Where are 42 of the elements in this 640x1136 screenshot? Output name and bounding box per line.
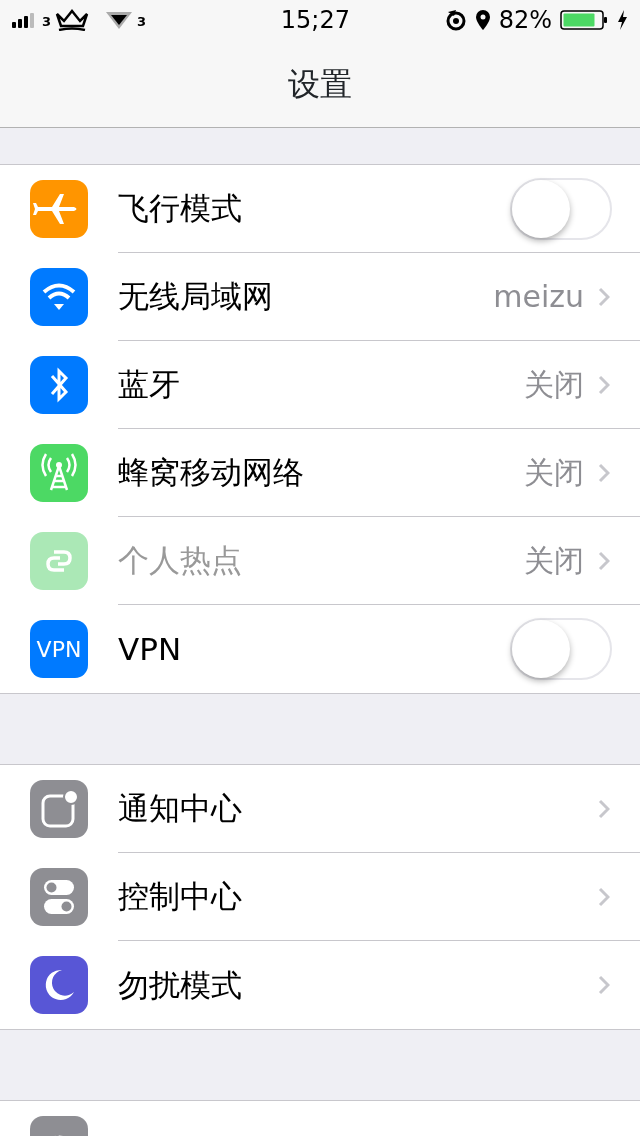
- chevron-icon: [598, 374, 610, 395]
- settings-row[interactable]: 蜂窝移动网络 关闭: [0, 429, 640, 517]
- row-label: 勿扰模式: [118, 965, 243, 1005]
- network-label: 3: [137, 13, 147, 32]
- row-label: 飞行模式: [118, 189, 243, 229]
- chevron-icon: [598, 886, 610, 907]
- row-label: 通知中心: [118, 789, 243, 829]
- battery-icon: [560, 9, 608, 31]
- row-label: VPN: [118, 629, 183, 669]
- row-label: 蓝牙: [118, 365, 181, 405]
- icon-label: VPN: [36, 635, 82, 664]
- location-icon: [474, 9, 491, 31]
- row-value: meizu: [493, 278, 584, 316]
- signal-strength-label: 3: [42, 13, 52, 32]
- settings-row[interactable]: VPN VPN: [0, 605, 640, 693]
- row-label: 控制中心: [118, 877, 243, 917]
- row-label: 无线局域网: [118, 277, 274, 317]
- row-value: 关闭: [524, 542, 584, 580]
- chevron-icon: [598, 798, 610, 819]
- chevron-icon: [598, 462, 610, 483]
- row-value: 关闭: [524, 454, 584, 492]
- row-value: 关闭: [524, 366, 584, 404]
- toggle-switch[interactable]: [510, 177, 612, 240]
- crown-icon: [55, 9, 90, 31]
- settings-row[interactable]: 蓝牙 关闭: [0, 341, 640, 429]
- settings-row[interactable]: 无线局域网 meizu: [0, 253, 640, 341]
- settings-row[interactable]: 勿扰模式: [0, 941, 640, 1029]
- triangle-icon: [105, 10, 134, 30]
- chevron-icon: [598, 286, 610, 307]
- charging-bolt-icon: [616, 9, 628, 31]
- toggle-switch[interactable]: [510, 618, 612, 680]
- row-label: 个人热点: [118, 541, 243, 581]
- battery-percent: 82%: [498, 5, 552, 36]
- chevron-icon: [598, 550, 610, 571]
- rotation-lock-icon: [444, 9, 467, 31]
- row-label: 蜂窝移动网络: [118, 453, 305, 493]
- settings-row[interactable]: 通知中心: [0, 765, 640, 853]
- clock-time: 15;27: [280, 6, 350, 34]
- chevron-icon: [598, 975, 610, 995]
- nav-title: 设置: [288, 63, 352, 105]
- settings-row[interactable]: 控制中心: [0, 853, 640, 941]
- settings-row[interactable]: 飞行模式: [0, 165, 640, 253]
